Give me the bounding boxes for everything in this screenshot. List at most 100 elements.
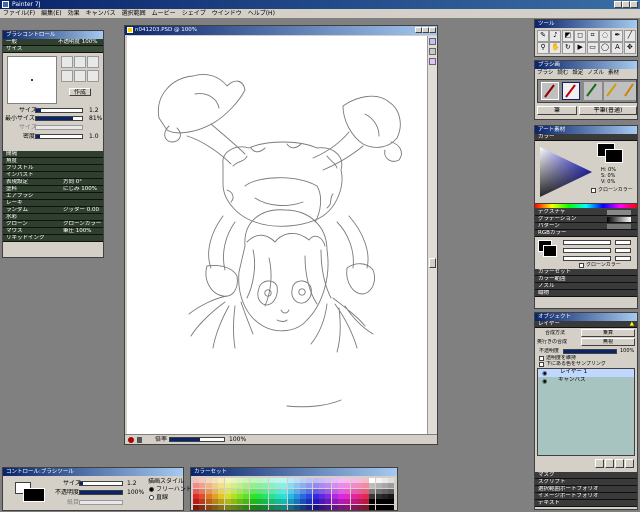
- rect-select-icon[interactable]: ▭: [586, 42, 599, 54]
- blue-value-box[interactable]: [615, 256, 631, 261]
- color-swatch[interactable]: [382, 488, 388, 494]
- color-swatch[interactable]: [274, 488, 281, 494]
- feature-slider[interactable]: [35, 134, 83, 139]
- eye-icon[interactable]: ◉: [542, 370, 547, 377]
- color-swatch[interactable]: [319, 504, 325, 510]
- brush-section-4[interactable]: 表現設定 方向 0°: [3, 179, 103, 186]
- color-swatch[interactable]: [237, 483, 244, 489]
- dropper-tool-icon[interactable]: ♪: [549, 30, 562, 42]
- color-swatch[interactable]: [350, 504, 357, 510]
- color-swatch[interactable]: [243, 488, 250, 494]
- color-swatch[interactable]: [230, 483, 237, 489]
- color-swatch[interactable]: [287, 483, 294, 489]
- color-swatch[interactable]: [300, 483, 307, 489]
- color-swatch[interactable]: [230, 488, 237, 494]
- pick-up-underlying-checkbox[interactable]: [539, 362, 544, 367]
- layers-section[interactable]: レイヤー ▲: [535, 321, 637, 328]
- color-swatch[interactable]: [193, 493, 199, 499]
- pen-tool-icon[interactable]: ✒: [611, 30, 624, 42]
- color-swatch[interactable]: [262, 483, 269, 489]
- color-swatch[interactable]: [193, 483, 199, 489]
- color-swatch[interactable]: [388, 493, 395, 499]
- size-slider[interactable]: [35, 108, 83, 113]
- color-swatch[interactable]: [249, 493, 256, 499]
- brush-control-title[interactable]: ブラシコントロール: [3, 31, 103, 39]
- new-layer-button[interactable]: [615, 459, 624, 468]
- color-swatch[interactable]: [293, 483, 300, 489]
- profile-6[interactable]: [87, 70, 99, 82]
- color-swatch[interactable]: [369, 504, 376, 510]
- color-swatch[interactable]: [256, 488, 262, 494]
- color-swatch[interactable]: [230, 478, 237, 483]
- color-swatch[interactable]: [319, 483, 325, 489]
- color-swatch[interactable]: [375, 483, 382, 489]
- color-swatch[interactable]: [293, 499, 300, 505]
- brush-section-11[interactable]: マウス 筆圧 100%: [3, 228, 103, 235]
- doc-minimize-button[interactable]: [415, 27, 422, 33]
- rgb-clone-checkbox[interactable]: [579, 263, 584, 268]
- color-swatch[interactable]: [274, 499, 281, 505]
- green-slider[interactable]: [563, 248, 611, 253]
- shape-select-icon[interactable]: ▶: [574, 42, 587, 54]
- brush-section-8[interactable]: ランダム ジッター 0.00: [3, 207, 103, 214]
- color-swatch[interactable]: [230, 504, 237, 510]
- color-swatch[interactable]: [249, 499, 256, 505]
- tracker-icon[interactable]: [137, 437, 142, 443]
- brush-tab-2[interactable]: 設定: [570, 70, 585, 76]
- color-swatch[interactable]: [363, 488, 370, 494]
- color-swatch[interactable]: [281, 504, 288, 510]
- brush-section-0[interactable]: 間隔: [3, 151, 103, 158]
- color-swatch[interactable]: [306, 499, 313, 505]
- color-swatch[interactable]: [224, 488, 231, 494]
- color-swatch[interactable]: [268, 478, 275, 483]
- color-section[interactable]: カラー: [535, 134, 637, 141]
- record-icon[interactable]: [128, 437, 134, 443]
- brush-section-7[interactable]: レーキ: [3, 200, 103, 207]
- color-swatch[interactable]: [375, 488, 382, 494]
- color-swatch[interactable]: [199, 483, 206, 489]
- objects-section-4[interactable]: テキスト: [535, 500, 637, 507]
- brush-section-10[interactable]: クローン クローンカラー オフ: [3, 221, 103, 228]
- text-tool-icon[interactable]: A: [611, 42, 624, 54]
- color-swatch[interactable]: [337, 488, 344, 494]
- color-swatch[interactable]: [281, 478, 288, 483]
- color-swatch[interactable]: [388, 504, 395, 510]
- color-swatch[interactable]: [319, 478, 325, 483]
- color-swatch[interactable]: [375, 499, 382, 505]
- brush-section-12[interactable]: リキッドインク: [3, 235, 103, 242]
- color-swatch[interactable]: [312, 493, 319, 499]
- color-swatch[interactable]: [224, 493, 231, 499]
- color-swatch[interactable]: [306, 493, 313, 499]
- menu-item-1[interactable]: 編集(E): [38, 9, 64, 19]
- color-set-section[interactable]: カラーセット: [535, 269, 637, 276]
- objects-section-1[interactable]: スクリプト: [535, 479, 637, 486]
- color-swatch[interactable]: [331, 493, 338, 499]
- clone-color-checkbox[interactable]: [591, 188, 596, 193]
- preview-build-button[interactable]: 作成: [69, 88, 91, 96]
- color-swatch[interactable]: [218, 499, 225, 505]
- color-swatch[interactable]: [306, 483, 313, 489]
- menu-item-0[interactable]: ファイル(F): [0, 9, 38, 19]
- color-swatch[interactable]: [356, 488, 363, 494]
- profile-5[interactable]: [74, 70, 86, 82]
- pencil-icon[interactable]: [604, 82, 622, 100]
- color-swatch[interactable]: [312, 504, 319, 510]
- color-swatch[interactable]: [218, 478, 225, 483]
- color-swatch[interactable]: [382, 504, 388, 510]
- color-swatch[interactable]: [325, 499, 332, 505]
- color-swatch[interactable]: [281, 493, 288, 499]
- color-swatch[interactable]: [337, 493, 344, 499]
- color-swatch[interactable]: [331, 504, 338, 510]
- freehand-radio[interactable]: [149, 487, 154, 492]
- layer-opacity-slider[interactable]: [563, 349, 617, 354]
- rotate-icon[interactable]: ↻: [561, 42, 574, 54]
- brush-tab-0[interactable]: ブラシ: [535, 70, 555, 76]
- color-swatch[interactable]: [293, 488, 300, 494]
- color-swatch[interactable]: [211, 488, 218, 494]
- document-title[interactable]: n041203.PSD @ 100%: [125, 26, 437, 35]
- color-swatch[interactable]: [375, 493, 382, 499]
- color-swatch[interactable]: [243, 504, 250, 510]
- menu-item-6[interactable]: シェイプ: [179, 9, 209, 19]
- brush-section-2[interactable]: ブリストル: [3, 165, 103, 172]
- doc-close-button[interactable]: [429, 27, 436, 33]
